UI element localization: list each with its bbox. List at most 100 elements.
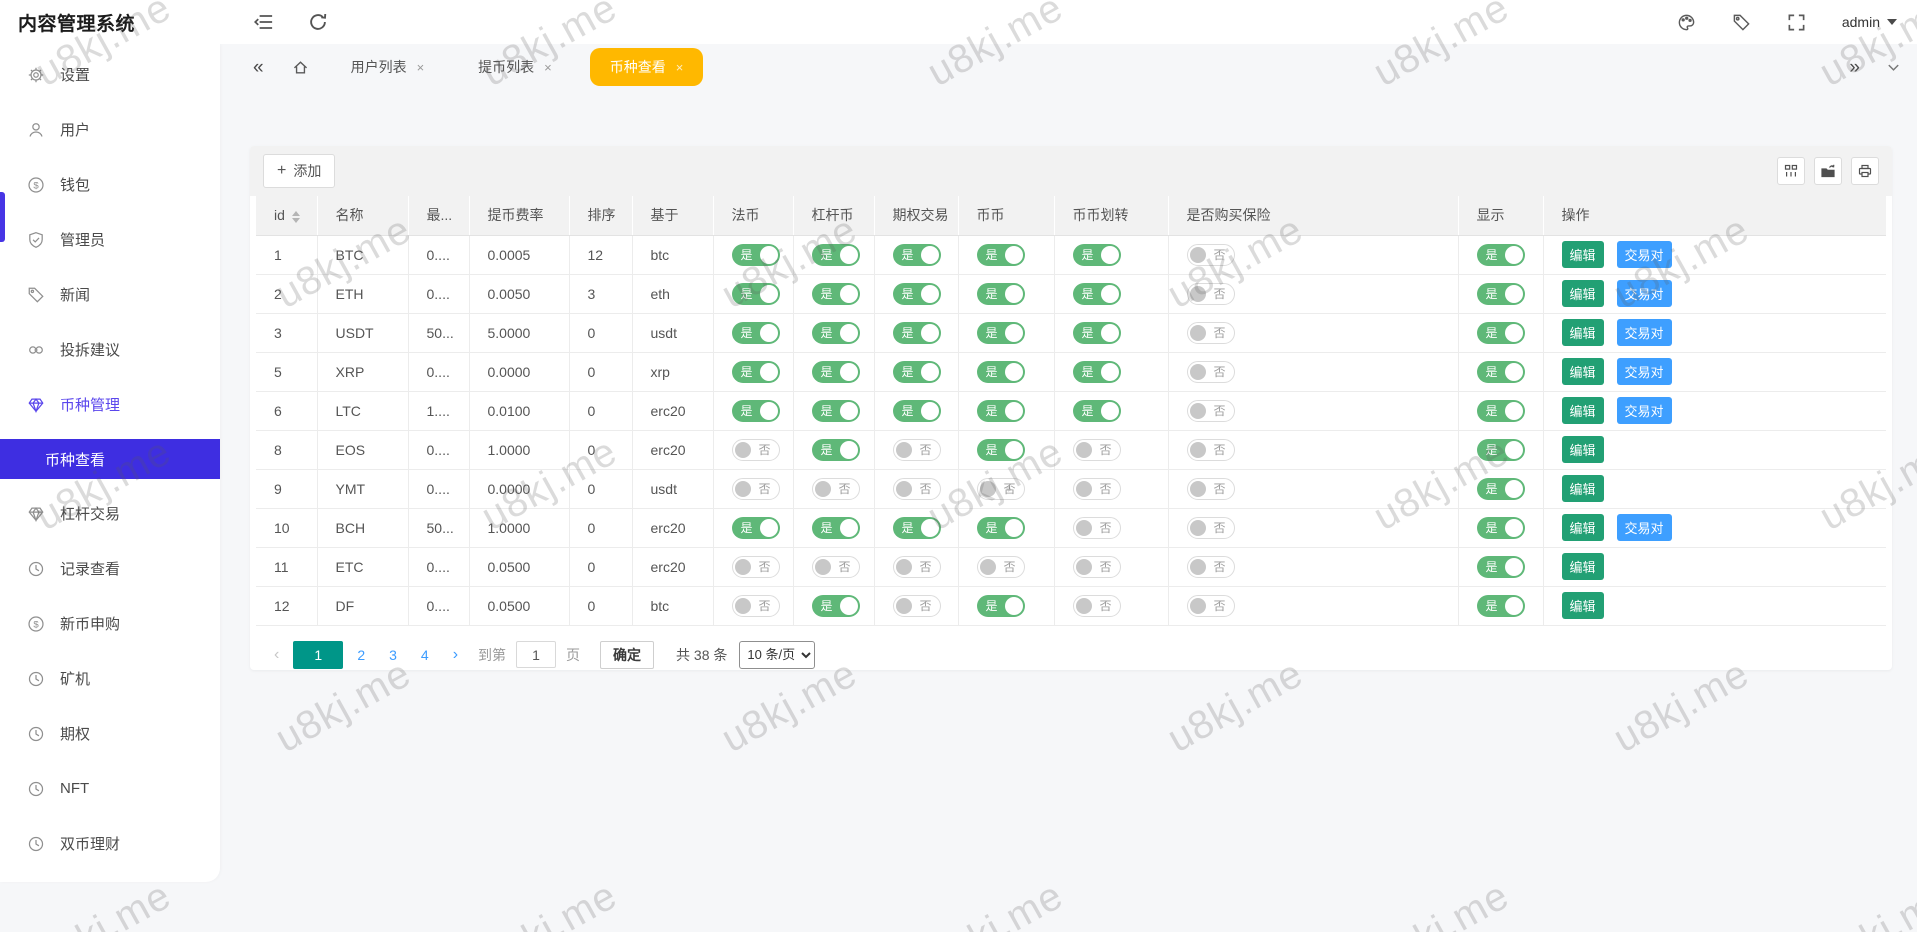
- toggle-show-on[interactable]: 是: [1477, 361, 1525, 383]
- toggle-lever-on[interactable]: 是: [812, 439, 860, 461]
- toggle-insurance-off[interactable]: 否: [1187, 361, 1235, 383]
- edit-button[interactable]: 编辑: [1562, 319, 1604, 346]
- sidebar-subitem-币种查看[interactable]: 币种查看: [0, 439, 220, 479]
- sidebar-item-设置[interactable]: 设置: [0, 47, 220, 102]
- home-icon[interactable]: [292, 59, 309, 76]
- toggle-lever-on[interactable]: 是: [812, 400, 860, 422]
- toggle-fiat-on[interactable]: 是: [732, 361, 780, 383]
- sidebar-scrollbar-thumb[interactable]: [0, 192, 5, 242]
- toggle-option-on[interactable]: 是: [893, 322, 941, 344]
- toggle-coin-off[interactable]: 否: [977, 556, 1025, 578]
- edit-button[interactable]: 编辑: [1562, 475, 1604, 502]
- next-page-button[interactable]: ›: [443, 646, 468, 664]
- toggle-transfer-on[interactable]: 是: [1073, 361, 1121, 383]
- prev-page-button[interactable]: ‹: [264, 646, 289, 664]
- user-menu[interactable]: admin: [1842, 14, 1897, 30]
- toggle-coin-on[interactable]: 是: [977, 322, 1025, 344]
- toggle-fiat-on[interactable]: 是: [732, 322, 780, 344]
- sidebar-item-新闻[interactable]: 新闻: [0, 267, 220, 322]
- sidebar-item-钱包[interactable]: $钱包: [0, 157, 220, 212]
- toggle-fiat-off[interactable]: 否: [732, 478, 780, 500]
- toggle-coin-off[interactable]: 否: [977, 478, 1025, 500]
- tabs-scroll-left-icon[interactable]: «: [253, 58, 264, 77]
- toggle-transfer-on[interactable]: 是: [1073, 400, 1121, 422]
- tab-币种查看[interactable]: 币种查看×: [590, 48, 704, 86]
- toggle-coin-on[interactable]: 是: [977, 361, 1025, 383]
- toggle-fiat-off[interactable]: 否: [732, 595, 780, 617]
- sidebar-item-投拆建议[interactable]: 投拆建议: [0, 322, 220, 377]
- toggle-insurance-off[interactable]: 否: [1187, 556, 1235, 578]
- pair-button[interactable]: 交易对: [1617, 397, 1672, 424]
- sidebar-item-矿机[interactable]: 矿机: [0, 651, 220, 706]
- pair-button[interactable]: 交易对: [1617, 241, 1672, 268]
- palette-icon[interactable]: [1677, 13, 1696, 32]
- add-button[interactable]: + 添加: [263, 154, 335, 188]
- toggle-fiat-on[interactable]: 是: [732, 400, 780, 422]
- toggle-fiat-on[interactable]: 是: [732, 283, 780, 305]
- toggle-show-on[interactable]: 是: [1477, 556, 1525, 578]
- export-icon[interactable]: [1814, 157, 1842, 185]
- toggle-coin-on[interactable]: 是: [977, 595, 1025, 617]
- edit-button[interactable]: 编辑: [1562, 241, 1604, 268]
- toggle-show-on[interactable]: 是: [1477, 439, 1525, 461]
- tab-用户列表[interactable]: 用户列表×: [335, 48, 441, 86]
- toggle-coin-on[interactable]: 是: [977, 400, 1025, 422]
- page-button-4[interactable]: 4: [411, 647, 439, 663]
- toggle-option-on[interactable]: 是: [893, 283, 941, 305]
- toggle-show-on[interactable]: 是: [1477, 517, 1525, 539]
- toggle-transfer-off[interactable]: 否: [1073, 439, 1121, 461]
- toggle-fiat-on[interactable]: 是: [732, 517, 780, 539]
- toggle-coin-on[interactable]: 是: [977, 439, 1025, 461]
- toggle-option-on[interactable]: 是: [893, 517, 941, 539]
- toggle-transfer-on[interactable]: 是: [1073, 283, 1121, 305]
- sidebar-item-新币申购[interactable]: $新币申购: [0, 596, 220, 651]
- toggle-option-on[interactable]: 是: [893, 361, 941, 383]
- toggle-insurance-off[interactable]: 否: [1187, 517, 1235, 539]
- toggle-coin-on[interactable]: 是: [977, 244, 1025, 266]
- edit-button[interactable]: 编辑: [1562, 358, 1604, 385]
- toggle-show-on[interactable]: 是: [1477, 244, 1525, 266]
- goto-confirm-button[interactable]: 确定: [600, 641, 654, 669]
- toggle-lever-off[interactable]: 否: [812, 556, 860, 578]
- column-header-id[interactable]: id: [256, 196, 317, 235]
- toggle-option-off[interactable]: 否: [893, 478, 941, 500]
- pair-button[interactable]: 交易对: [1617, 514, 1672, 541]
- edit-button[interactable]: 编辑: [1562, 592, 1604, 619]
- goto-page-input[interactable]: [516, 641, 556, 668]
- tabs-menu-chevron-down-icon[interactable]: [1886, 60, 1901, 75]
- toggle-option-off[interactable]: 否: [893, 439, 941, 461]
- sidebar-item-币种管理[interactable]: 币种管理: [0, 377, 220, 432]
- toggle-option-off[interactable]: 否: [893, 556, 941, 578]
- toggle-lever-off[interactable]: 否: [812, 478, 860, 500]
- sidebar-item-杠杆交易[interactable]: 杠杆交易: [0, 486, 220, 541]
- toggle-insurance-off[interactable]: 否: [1187, 595, 1235, 617]
- page-size-select[interactable]: 10 条/页: [739, 641, 815, 669]
- toggle-transfer-off[interactable]: 否: [1073, 517, 1121, 539]
- toggle-show-on[interactable]: 是: [1477, 595, 1525, 617]
- tab-提币列表[interactable]: 提币列表×: [462, 48, 568, 86]
- sidebar-item-NFT[interactable]: NFT: [0, 761, 220, 816]
- toggle-insurance-off[interactable]: 否: [1187, 400, 1235, 422]
- toggle-show-on[interactable]: 是: [1477, 283, 1525, 305]
- pair-button[interactable]: 交易对: [1617, 280, 1672, 307]
- tab-close-icon[interactable]: ×: [417, 60, 425, 75]
- edit-button[interactable]: 编辑: [1562, 553, 1604, 580]
- sidebar-item-双币理财[interactable]: 双币理财: [0, 816, 220, 871]
- toggle-transfer-on[interactable]: 是: [1073, 322, 1121, 344]
- edit-button[interactable]: 编辑: [1562, 397, 1604, 424]
- refresh-icon[interactable]: [308, 12, 328, 32]
- edit-button[interactable]: 编辑: [1562, 280, 1604, 307]
- tab-close-icon[interactable]: ×: [676, 60, 684, 75]
- toggle-transfer-on[interactable]: 是: [1073, 244, 1121, 266]
- grid-columns-icon[interactable]: [1777, 157, 1805, 185]
- toggle-transfer-off[interactable]: 否: [1073, 478, 1121, 500]
- page-button-3[interactable]: 3: [379, 647, 407, 663]
- tabs-scroll-right-icon[interactable]: »: [1849, 58, 1860, 77]
- toggle-insurance-off[interactable]: 否: [1187, 283, 1235, 305]
- edit-button[interactable]: 编辑: [1562, 436, 1604, 463]
- toggle-insurance-off[interactable]: 否: [1187, 322, 1235, 344]
- tab-close-icon[interactable]: ×: [544, 60, 552, 75]
- toggle-lever-on[interactable]: 是: [812, 322, 860, 344]
- toggle-insurance-off[interactable]: 否: [1187, 478, 1235, 500]
- print-icon[interactable]: [1851, 157, 1879, 185]
